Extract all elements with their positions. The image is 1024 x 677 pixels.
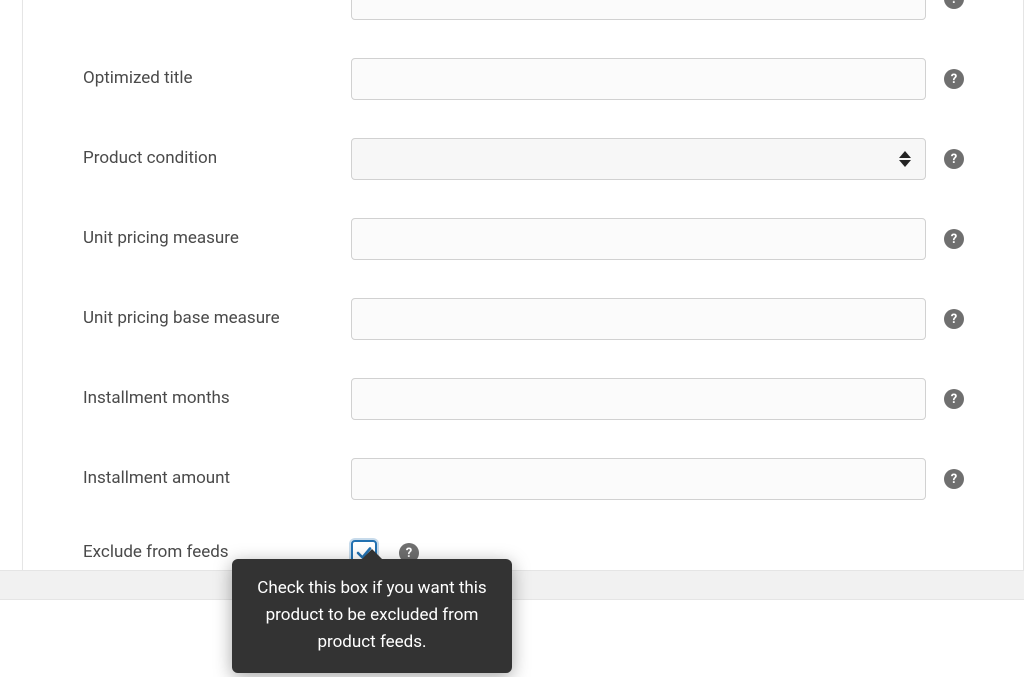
installment-months-input[interactable] <box>351 378 926 420</box>
product-feed-settings-panel: ? Optimized title ? Product condition <box>22 0 1024 597</box>
help-icon[interactable]: ? <box>944 229 964 249</box>
tooltip-exclude-from-feeds: Check this box if you want this product … <box>232 559 512 673</box>
unknown-input[interactable] <box>351 0 926 20</box>
help-icon[interactable]: ? <box>944 0 964 9</box>
field-label: Unit pricing measure <box>83 227 351 251</box>
field-row-unit-pricing-base-measure: Unit pricing base measure ? <box>23 298 1023 340</box>
unit-pricing-base-measure-input[interactable] <box>351 298 926 340</box>
select-caret-icon <box>899 151 911 167</box>
background-strip <box>0 570 1024 600</box>
field-row-optimized-title: Optimized title ? <box>23 58 1023 100</box>
field-row-unknown: ? <box>23 0 1023 20</box>
product-condition-select[interactable] <box>351 138 926 180</box>
help-icon[interactable]: ? <box>944 309 964 329</box>
field-row-installment-amount: Installment amount ? <box>23 458 1023 500</box>
help-icon[interactable]: ? <box>944 149 964 169</box>
unit-pricing-measure-input[interactable] <box>351 218 926 260</box>
field-label: Installment months <box>83 387 351 411</box>
help-icon[interactable]: ? <box>944 389 964 409</box>
field-label: Installment amount <box>83 467 351 491</box>
installment-amount-input[interactable] <box>351 458 926 500</box>
field-row-installment-months: Installment months ? <box>23 378 1023 420</box>
help-icon[interactable]: ? <box>944 469 964 489</box>
field-row-unit-pricing-measure: Unit pricing measure ? <box>23 218 1023 260</box>
optimized-title-input[interactable] <box>351 58 926 100</box>
field-row-exclude-from-feeds: Exclude from feeds ? <box>23 540 1023 566</box>
field-row-product-condition: Product condition ? <box>23 138 1023 180</box>
field-label: Optimized title <box>83 67 351 91</box>
help-icon[interactable]: ? <box>944 69 964 89</box>
field-label: Unit pricing base measure <box>83 307 351 331</box>
field-label: Product condition <box>83 147 351 171</box>
